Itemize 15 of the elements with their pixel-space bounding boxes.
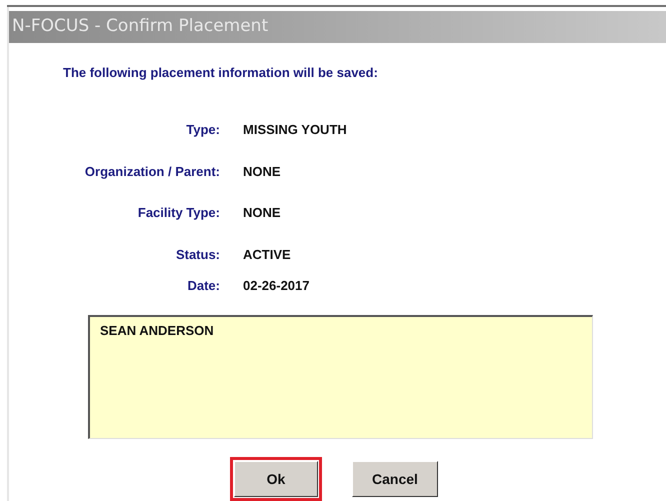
field-value: MISSING YOUTH [243,121,347,140]
field-value: 02-26-2017 [243,277,310,296]
heading: The following placement information will be saved: [63,64,378,82]
field-value: ACTIVE [243,246,291,264]
dialog-button[interactable]: Ok [234,461,318,497]
field-label: Type: [186,121,220,140]
field-value: NONE [243,204,281,222]
window-title: N-FOCUS - Confirm Placement [12,15,268,38]
field-label: Facility Type: [138,204,220,222]
field-label: Date: [187,277,220,296]
dialog-button[interactable]: Cancel [352,461,438,497]
notes-field[interactable]: SEAN ANDERSON [88,314,593,439]
field-value: NONE [243,162,281,181]
field-label: Organization / Parent: [84,162,220,181]
field-label: Status: [176,246,220,264]
